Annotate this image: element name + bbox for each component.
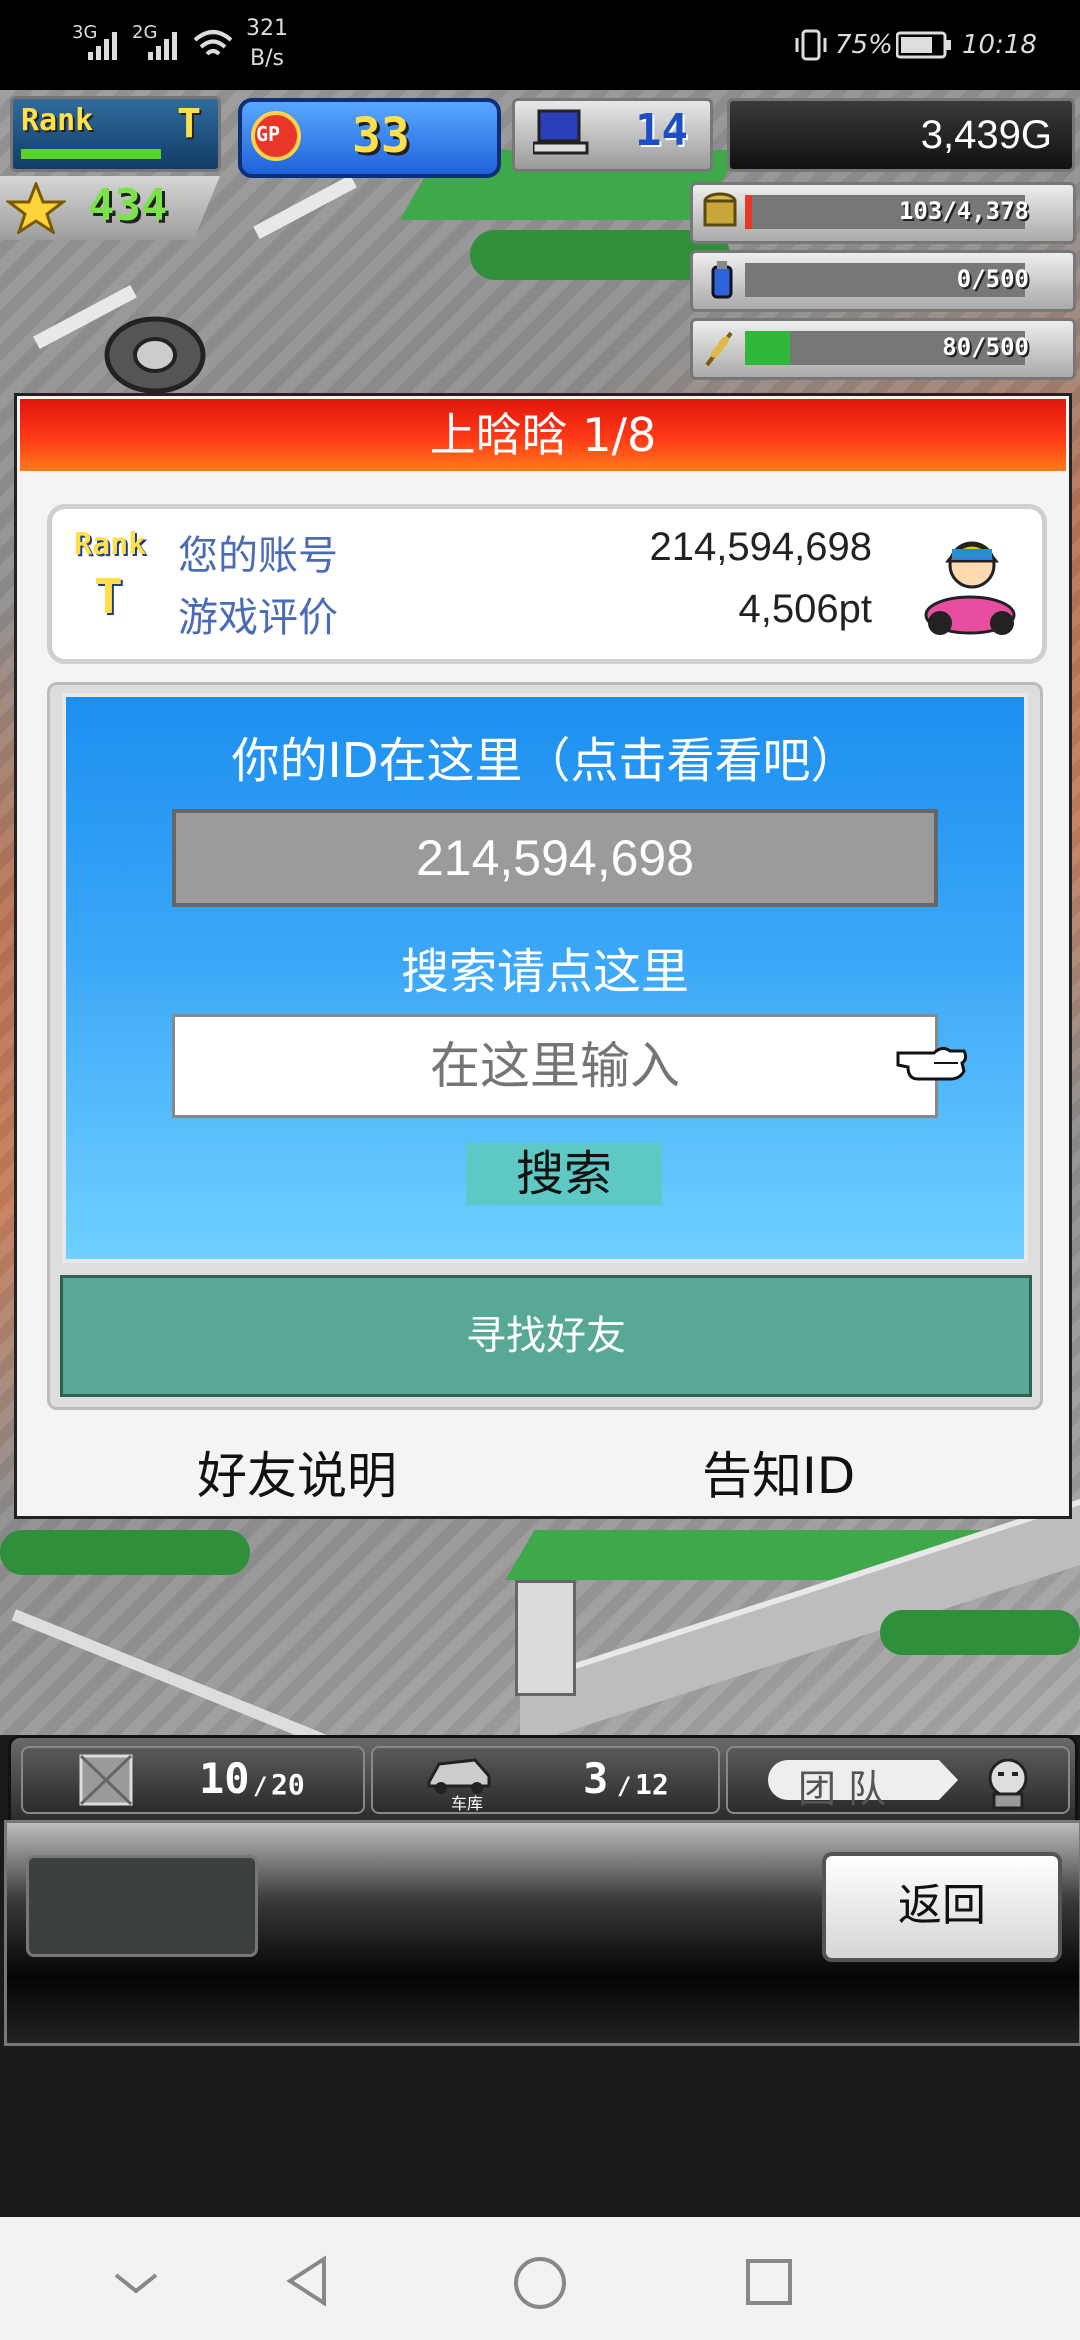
garage-max: 12 [635,1768,669,1801]
signal1-icon [88,32,117,60]
hedge [0,1530,250,1575]
fuel-bottle-icon [711,261,733,299]
manager-face-icon [988,1758,1028,1810]
computer-icon [533,109,589,155]
grain-bar-fill [745,331,790,365]
id-search-panel: 你的ID在这里（点击看看吧） 214,594,698 搜索请点这里 搜索 [62,693,1028,1263]
garage-label: 车库 [451,1794,484,1813]
search-id-input[interactable] [172,1014,938,1118]
battery-icon [896,31,951,59]
storage-tab[interactable]: 10 / 20 [21,1746,365,1814]
storage-max: 20 [271,1768,305,1801]
friend-dialog: 上晗晗 1/8 Rank T 您的账号 214,594,698 游戏评价 4,5… [14,393,1072,1519]
rank-label: Rank [21,103,94,138]
hedge [880,1610,1080,1655]
gp-label: GP [256,122,281,146]
rating-value: 4,506pt [738,587,872,631]
star-icon [6,182,66,234]
id-panel-frame: 你的ID在这里（点击看看吧） 214,594,698 搜索请点这里 搜索 寻找好… [47,682,1043,1410]
money-resource-value: 103/4,378 [898,197,1029,225]
wifi-icon [193,30,233,56]
star-counter: 434 [0,176,220,240]
dialog-title: 上晗晗 1/8 [20,399,1066,471]
computer-value: 14 [635,105,688,156]
garage-count: 3 [583,1754,609,1803]
team-tab[interactable]: 团队 [726,1746,1070,1814]
rank-label: Rank [74,527,147,562]
grain-resource-bar: 80/500 [690,318,1076,380]
status-bar: 3G 2G 321 B/s 75% 10:18 [0,0,1080,90]
back-button[interactable]: 返回 [822,1852,1062,1962]
back-triangle-icon[interactable] [284,2255,330,2307]
empty-command-slot[interactable] [26,1855,258,1957]
wheat-icon [705,331,733,367]
grain-resource-value: 80/500 [942,333,1029,361]
crate-icon [79,1754,133,1806]
my-id-display[interactable]: 214,594,698 [172,809,938,907]
money-resource-bar: 103/4,378 [690,182,1076,244]
star-value: 434 [88,180,168,231]
bottom-status-bar: 10 / 20 车库 3 / 12 团队 [8,1735,1078,1826]
pillar [515,1580,576,1696]
signal2-icon [148,32,177,60]
rank-value: T [177,101,202,147]
rating-label: 游戏评价 [178,595,338,641]
rank-value: T [94,569,123,625]
racer-avatar-icon [924,541,1016,635]
system-navigation-bar [0,2217,1080,2340]
gp-counter[interactable]: GP 33 [238,98,501,178]
computer-counter[interactable]: 14 [512,98,713,172]
friend-help-link[interactable]: 好友说明 [197,1436,397,1508]
battery-percent: 75% [835,30,893,60]
tire-stack-icon [104,316,206,394]
gold-counter: 3,439G [727,98,1075,172]
id-heading: 你的ID在这里（点击看看吧） [231,733,859,789]
slash: / [617,1772,632,1800]
rank-progress-bar [21,149,161,159]
fuel-resource-bar: 0/500 [690,250,1076,312]
network-speed-value: 321 [246,16,288,41]
team-label: 团队 [798,1767,899,1811]
clock: 10:18 [962,30,1037,60]
money-bar-fill [745,195,752,229]
gp-value: 33 [352,108,410,164]
slash: / [253,1772,268,1800]
share-id-link[interactable]: 告知ID [702,1436,855,1508]
coin-stack-icon [703,192,737,227]
rank-badge[interactable]: Rank T [10,96,221,172]
collapse-chevron-icon[interactable] [112,2269,160,2297]
fuel-resource-value: 0/500 [956,265,1029,293]
find-friends-button[interactable]: 寻找好友 [60,1275,1032,1397]
search-heading: 搜索请点这里 [400,944,689,1000]
recents-square-icon[interactable] [744,2257,794,2307]
account-label: 您的账号 [178,533,338,579]
account-info-panel: Rank T 您的账号 214,594,698 游戏评价 4,506pt [47,504,1047,664]
garage-tab[interactable]: 车库 3 / 12 [371,1746,720,1814]
network-speed-unit: B/s [250,46,284,71]
gold-value: 3,439G [920,113,1052,157]
vibrate-icon [795,29,827,61]
account-value: 214,594,698 [649,525,872,569]
road-marking [253,174,357,240]
search-button[interactable]: 搜索 [466,1143,662,1205]
storage-count: 10 [199,1754,250,1803]
home-circle-icon[interactable] [512,2255,568,2311]
pointing-hand-icon [896,1046,968,1081]
